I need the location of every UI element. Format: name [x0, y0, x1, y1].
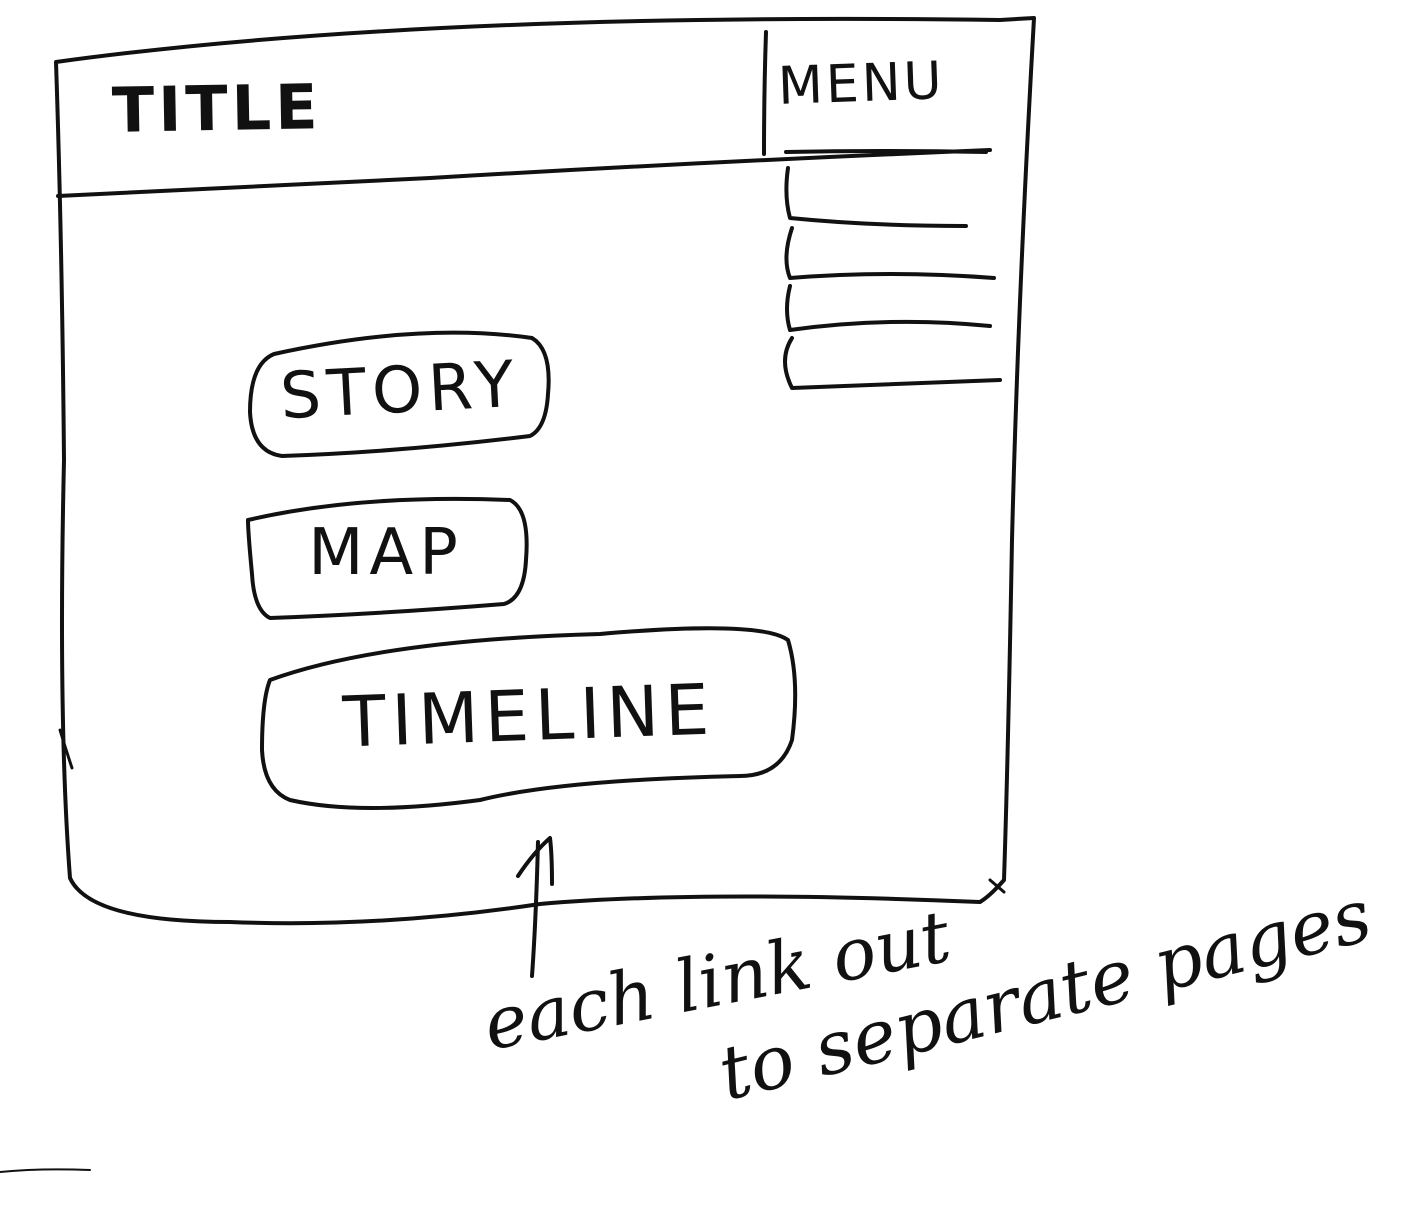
map-button-label: MAP — [308, 516, 464, 590]
menu-divider — [762, 30, 768, 156]
map-button[interactable]: MAP — [246, 488, 526, 618]
menu-button[interactable]: MENU — [777, 51, 946, 117]
timeline-button-label: TIMELINE — [341, 668, 717, 764]
sketch-lines — [0, 16, 1036, 1173]
wireframe-sketch: TITLE MENU STORY MAP TIMELINE each link … — [0, 0, 1424, 1208]
menu-item[interactable] — [786, 282, 996, 332]
menu-item[interactable] — [786, 226, 996, 282]
page-title: TITLE — [111, 70, 323, 147]
story-button[interactable]: STORY — [249, 318, 551, 463]
menu-item[interactable] — [786, 156, 982, 222]
menu-item[interactable] — [786, 334, 1000, 390]
story-button-label: STORY — [278, 347, 522, 435]
timeline-button[interactable]: TIMELINE — [259, 617, 799, 816]
